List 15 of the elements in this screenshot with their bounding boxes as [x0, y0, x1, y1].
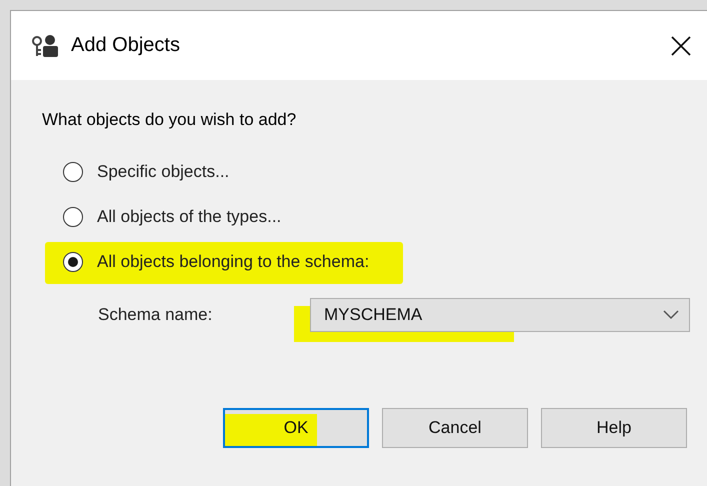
- field-label: Schema name:: [98, 305, 214, 325]
- window-title: Add Objects: [71, 34, 181, 57]
- radio-button[interactable]: [63, 162, 83, 182]
- schema-dropdown[interactable]: MYSCHEMA: [310, 298, 690, 332]
- option-label: Specific objects...: [97, 162, 230, 182]
- dialog-button[interactable]: OK: [223, 408, 369, 448]
- close-icon[interactable]: [669, 34, 693, 58]
- dialog-button[interactable]: Help: [541, 408, 687, 448]
- radio-button[interactable]: [63, 207, 83, 227]
- dialog-button[interactable]: Cancel: [382, 408, 528, 448]
- option-label: All objects belonging to the schema:: [97, 252, 370, 272]
- question-text: What objects do you wish to add?: [42, 110, 296, 130]
- chevron-icon: [663, 310, 679, 320]
- option-label: All objects of the types...: [97, 207, 282, 227]
- key-user-icon: [31, 34, 59, 58]
